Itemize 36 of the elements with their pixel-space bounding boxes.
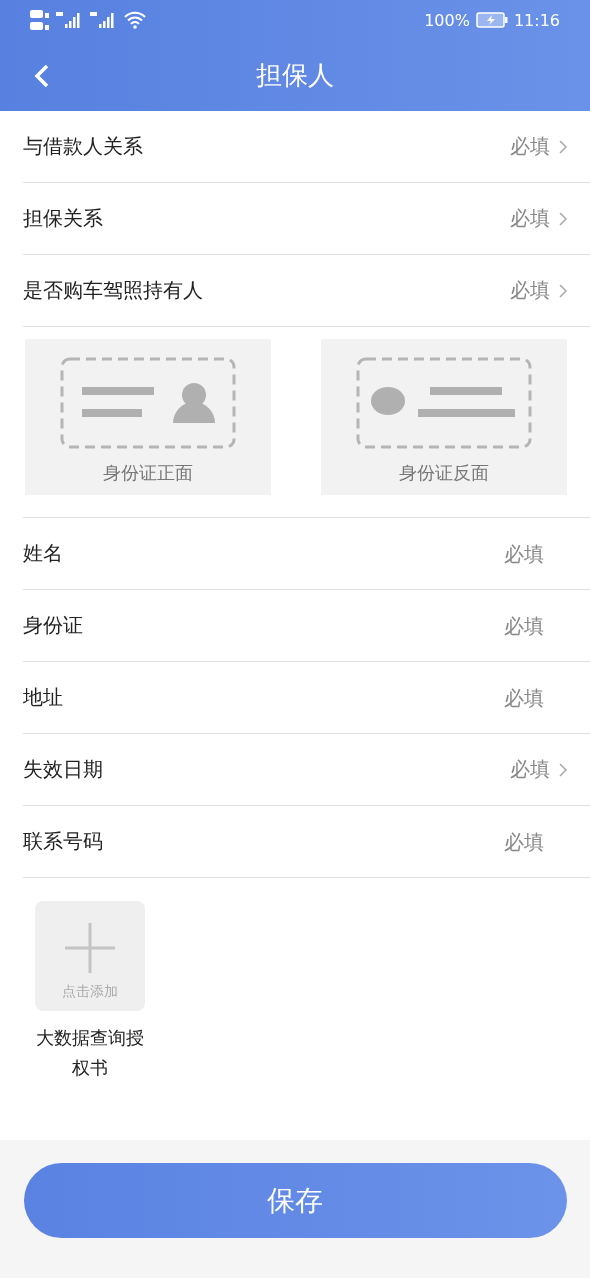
chevron-right-icon [558, 761, 568, 778]
field-label: 担保关系 [23, 205, 104, 232]
id-card-label: 身份证反面 [399, 461, 489, 485]
field-label: 联系号码 [23, 828, 104, 855]
plus-icon [63, 921, 117, 975]
id-upload-card[interactable]: 身份证正面 [25, 339, 271, 495]
sim-icon [30, 8, 50, 32]
id-card-back-icon [356, 357, 532, 451]
id-card-label: 身份证正面 [103, 461, 193, 485]
select-field[interactable]: 必填 [510, 277, 550, 304]
input-field[interactable]: 必填 [424, 541, 544, 566]
select-field[interactable]: 必填 [510, 205, 550, 232]
field-label: 姓名 [23, 540, 64, 567]
id-upload-card[interactable]: 身份证反面 [321, 339, 567, 495]
input-field[interactable]: 必填 [424, 685, 544, 710]
select-field[interactable]: 必填 [510, 133, 550, 160]
input-field[interactable]: 必填 [424, 829, 544, 854]
battery-percent: 100% [424, 10, 470, 30]
save-button[interactable]: 保存 [23, 1163, 567, 1238]
field-label: 地址 [23, 684, 64, 711]
field-label: 与借款人关系 [23, 133, 144, 160]
chevron-right-icon [558, 210, 568, 227]
chevron-right-icon [558, 282, 568, 299]
field-label: 是否购车驾照持有人 [23, 277, 204, 304]
upload-label: 大数据查询授权书 [35, 1026, 145, 1080]
select-field[interactable]: 必填 [510, 756, 550, 783]
id-card-front-icon [60, 357, 236, 451]
add-tile[interactable]: 点击添加 [35, 901, 145, 1011]
wifi-icon [124, 11, 146, 29]
chevron-right-icon [558, 138, 568, 155]
clock-time: 11:16 [513, 10, 560, 30]
field-label: 失效日期 [23, 756, 104, 783]
page-title: 担保人 [256, 59, 334, 92]
field-label: 身份证 [23, 612, 84, 639]
input-field[interactable]: 必填 [424, 613, 544, 638]
battery-icon [475, 12, 508, 28]
